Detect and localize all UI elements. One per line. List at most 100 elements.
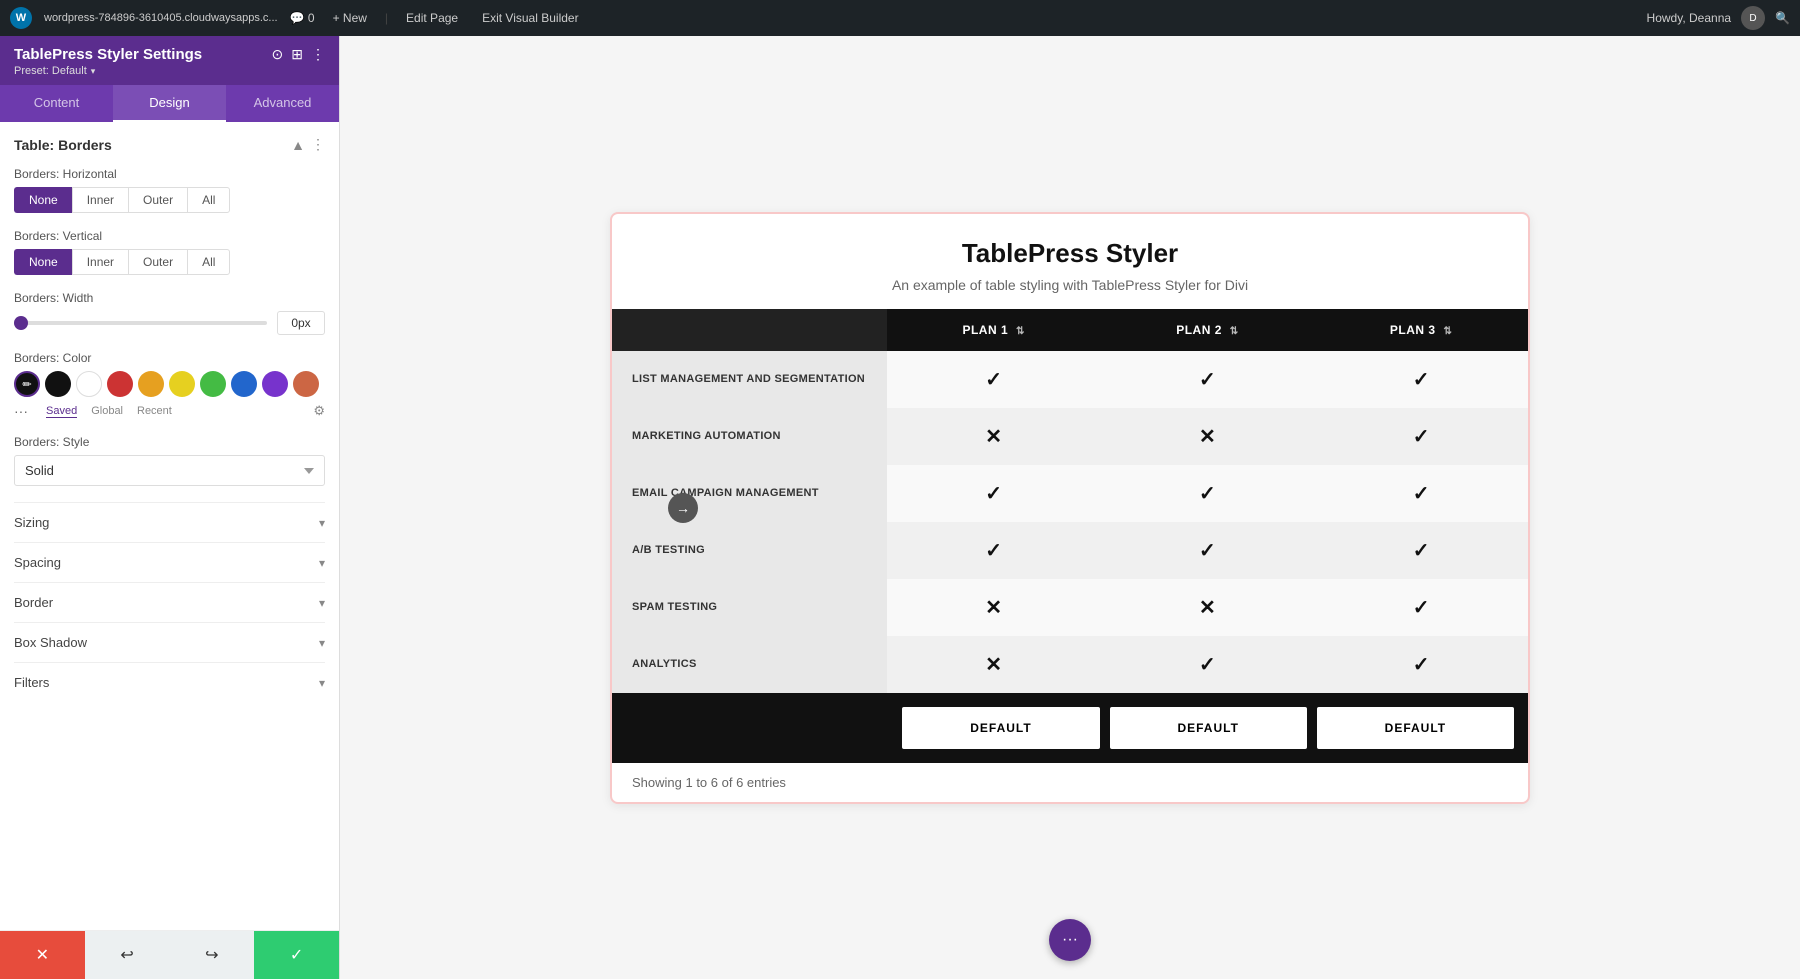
preview-subtitle: An example of table styling with TablePr… xyxy=(632,277,1508,293)
table-header-row: PLAN 1 ⇅ PLAN 2 ⇅ PLAN 3 ⇅ xyxy=(612,309,1528,351)
color-white-swatch[interactable] xyxy=(76,371,102,397)
borders-color-group: Borders: Color ✏ ··· Saved Global xyxy=(14,351,325,419)
fab-icon: ··· xyxy=(1062,931,1078,949)
sidebar-toggle-button[interactable]: → xyxy=(668,493,698,523)
box-shadow-arrow-icon: ▾ xyxy=(319,636,325,650)
sidebar-icon-2[interactable]: ⊞ xyxy=(291,46,303,63)
site-url: wordpress-784896-3610405.cloudwaysapps.c… xyxy=(44,12,278,24)
border-section: Border ▾ xyxy=(14,582,325,622)
color-green-swatch[interactable] xyxy=(200,371,226,397)
borders-width-group: Borders: Width xyxy=(14,291,325,335)
check-icon: ✓ xyxy=(1413,540,1430,562)
border-header[interactable]: Border ▾ xyxy=(14,595,325,610)
sidebar-icon-1[interactable]: ⊙ xyxy=(272,46,284,63)
sidebar-icon-3[interactable]: ⋮ xyxy=(311,46,325,63)
table-row: EMAIL CAMPAIGN MANAGEMENT ✓ ✓ ✓ xyxy=(612,465,1528,522)
borders-v-inner[interactable]: Inner xyxy=(72,249,128,275)
borders-h-inner[interactable]: Inner xyxy=(72,187,128,213)
borders-horizontal-label: Borders: Horizontal xyxy=(14,167,325,181)
search-icon[interactable]: 🔍 xyxy=(1775,11,1790,25)
save-button[interactable]: ✓ xyxy=(254,931,339,979)
user-avatar[interactable]: D xyxy=(1741,6,1765,30)
color-more-icon[interactable]: ··· xyxy=(14,403,28,419)
spacing-label: Spacing xyxy=(14,555,61,570)
top-bar: W wordpress-784896-3610405.cloudwaysapps… xyxy=(0,0,1800,36)
table-header: PLAN 1 ⇅ PLAN 2 ⇅ PLAN 3 ⇅ xyxy=(612,309,1528,351)
check-icon: ✓ xyxy=(985,540,1002,562)
box-shadow-header[interactable]: Box Shadow ▾ xyxy=(14,635,325,650)
borders-h-none[interactable]: None xyxy=(14,187,72,213)
plan1-cell: ✓ xyxy=(887,522,1101,579)
table-body: LIST MANAGEMENT AND SEGMENTATION ✓ ✓ ✓ M… xyxy=(612,351,1528,693)
borders-style-select[interactable]: Solid Dashed Dotted Double None xyxy=(14,455,325,486)
table-col-plan3[interactable]: PLAN 3 ⇅ xyxy=(1314,309,1528,351)
sizing-header[interactable]: Sizing ▾ xyxy=(14,515,325,530)
plan3-cell: ✓ xyxy=(1314,465,1528,522)
new-button[interactable]: + New xyxy=(327,9,373,27)
plan3-cell: ✓ xyxy=(1314,522,1528,579)
comment-count: 💬 0 xyxy=(290,11,315,25)
sizing-section: Sizing ▾ xyxy=(14,502,325,542)
color-black-swatch[interactable] xyxy=(45,371,71,397)
filters-label: Filters xyxy=(14,675,49,690)
plan3-default-btn[interactable]: DEFAULT xyxy=(1317,707,1514,749)
color-orange-swatch[interactable] xyxy=(138,371,164,397)
borders-style-label: Borders: Style xyxy=(14,435,325,449)
preview-title: TablePress Styler xyxy=(632,238,1508,269)
tab-content[interactable]: Content xyxy=(0,85,113,122)
tab-design[interactable]: Design xyxy=(113,85,226,122)
plan1-default-btn[interactable]: DEFAULT xyxy=(902,707,1099,749)
plan2-cell: ✕ xyxy=(1101,579,1315,636)
section-title: Table: Borders xyxy=(14,137,112,153)
color-tab-saved[interactable]: Saved xyxy=(46,405,77,418)
color-red-swatch[interactable] xyxy=(107,371,133,397)
filters-arrow-icon: ▾ xyxy=(319,676,325,690)
borders-width-track[interactable] xyxy=(14,321,267,325)
sidebar-body: Table: Borders ▲ ⋮ Borders: Horizontal N… xyxy=(0,122,339,930)
borders-v-outer[interactable]: Outer xyxy=(128,249,187,275)
redo-button[interactable]: ↪ xyxy=(170,931,255,979)
borders-width-value[interactable] xyxy=(277,311,325,335)
section-collapse-btn[interactable]: ▲ xyxy=(291,136,305,153)
sidebar-tabs: Content Design Advanced xyxy=(0,85,339,122)
color-yellow-swatch[interactable] xyxy=(169,371,195,397)
borders-h-outer[interactable]: Outer xyxy=(128,187,187,213)
color-tab-recent[interactable]: Recent xyxy=(137,405,172,417)
borders-v-none[interactable]: None xyxy=(14,249,72,275)
check-icon: ✓ xyxy=(1413,654,1430,676)
plan1-cell: ✕ xyxy=(887,636,1101,693)
table-col-plan2[interactable]: PLAN 2 ⇅ xyxy=(1101,309,1315,351)
preset-selector[interactable]: Preset: Default ▾ xyxy=(14,65,325,77)
undo-button[interactable]: ↩ xyxy=(85,931,170,979)
spacing-header[interactable]: Spacing ▾ xyxy=(14,555,325,570)
cross-icon: ✕ xyxy=(1199,597,1216,619)
preview-title-section: TablePress Styler An example of table st… xyxy=(612,214,1528,309)
plan3-cell: ✓ xyxy=(1314,636,1528,693)
color-pencil-swatch[interactable]: ✏ xyxy=(14,371,40,397)
wp-logo-icon[interactable]: W xyxy=(10,7,32,29)
color-red-pencil-swatch[interactable] xyxy=(293,371,319,397)
borders-h-all[interactable]: All xyxy=(187,187,230,213)
fab-button[interactable]: ··· xyxy=(1049,919,1091,961)
tab-advanced[interactable]: Advanced xyxy=(226,85,339,122)
borders-width-thumb[interactable] xyxy=(14,316,28,330)
preview-table: PLAN 1 ⇅ PLAN 2 ⇅ PLAN 3 ⇅ xyxy=(612,309,1528,693)
color-settings-icon[interactable]: ⚙ xyxy=(313,403,325,419)
table-col-plan1[interactable]: PLAN 1 ⇅ xyxy=(887,309,1101,351)
color-purple-swatch[interactable] xyxy=(262,371,288,397)
exit-builder-button[interactable]: Exit Visual Builder xyxy=(476,9,585,27)
cross-icon: ✕ xyxy=(985,654,1002,676)
borders-vertical-label: Borders: Vertical xyxy=(14,229,325,243)
edit-page-button[interactable]: Edit Page xyxy=(400,9,464,27)
plan2-cell: ✓ xyxy=(1101,351,1315,408)
filters-header[interactable]: Filters ▾ xyxy=(14,675,325,690)
color-blue-swatch[interactable] xyxy=(231,371,257,397)
main-content: TablePress Styler An example of table st… xyxy=(340,36,1800,979)
plan2-default-btn[interactable]: DEFAULT xyxy=(1110,707,1307,749)
table-row: ANALYTICS ✕ ✓ ✓ xyxy=(612,636,1528,693)
color-tab-global[interactable]: Global xyxy=(91,405,123,417)
borders-v-all[interactable]: All xyxy=(187,249,230,275)
close-button[interactable]: ✕ xyxy=(0,931,85,979)
border-label: Border xyxy=(14,595,53,610)
section-options-btn[interactable]: ⋮ xyxy=(311,136,325,153)
